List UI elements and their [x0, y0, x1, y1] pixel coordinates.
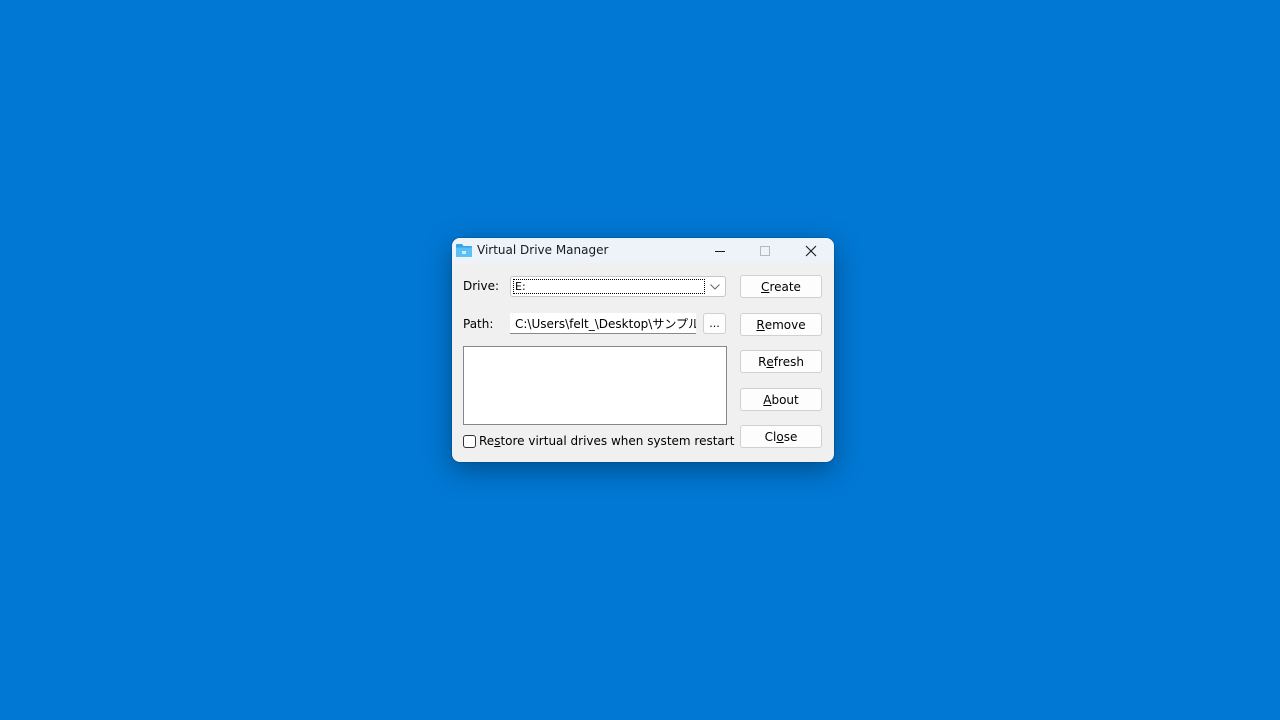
folder-icon	[456, 244, 472, 257]
label-part: Re	[479, 434, 495, 448]
browse-button[interactable]: ...	[703, 313, 726, 334]
drive-select[interactable]: E:	[510, 276, 726, 297]
button-label: R	[758, 354, 767, 369]
remove-button[interactable]: Remove	[740, 313, 822, 336]
button-label: fresh	[773, 354, 804, 369]
mnemonic: C	[761, 279, 770, 294]
button-label: bout	[771, 392, 799, 407]
title-bar[interactable]: Virtual Drive Manager	[452, 238, 834, 263]
label-part: tore virtual drives when system restart	[500, 434, 735, 448]
mnemonic: o	[776, 429, 784, 444]
restore-drives-checkbox[interactable]	[463, 435, 476, 448]
close-icon	[805, 245, 817, 256]
drive-label: Drive:	[463, 279, 500, 293]
virtual-drives-list[interactable]	[463, 346, 727, 425]
button-label: reate	[769, 279, 801, 294]
window-title: Virtual Drive Manager	[477, 243, 609, 257]
path-label: Path:	[463, 317, 494, 331]
maximize-button[interactable]	[742, 238, 788, 263]
about-button[interactable]: About	[740, 388, 822, 411]
minimize-icon	[715, 250, 725, 252]
restore-drives-label[interactable]: Restore virtual drives when system resta…	[479, 434, 734, 448]
mnemonic: e	[766, 354, 774, 369]
chevron-down-icon[interactable]	[708, 279, 722, 294]
mnemonic: R	[756, 317, 765, 332]
button-label: Cl	[764, 429, 777, 444]
drive-select-value: E:	[513, 279, 705, 294]
refresh-button[interactable]: Re fresh	[740, 350, 822, 373]
button-label: emove	[764, 317, 806, 332]
maximize-icon	[760, 245, 770, 256]
close-button[interactable]: Cl o se	[740, 425, 822, 448]
path-input[interactable]: C:\Users\felt_\Desktop\サンプル	[510, 313, 696, 334]
button-label: se	[783, 429, 798, 444]
minimize-button[interactable]	[697, 238, 743, 263]
create-button[interactable]: Create	[740, 275, 822, 298]
virtual-drive-manager-window: Virtual Drive Manager Drive: E: Path: C:…	[452, 238, 834, 462]
close-window-button[interactable]	[788, 238, 834, 263]
mnemonic: A	[763, 392, 772, 407]
